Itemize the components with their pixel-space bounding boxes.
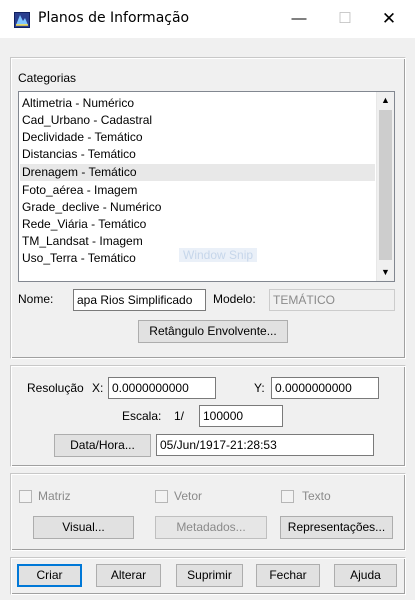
scroll-down-icon[interactable]: ▼ <box>377 264 394 281</box>
texto-checkbox[interactable] <box>281 490 294 503</box>
list-item[interactable]: Grade_declive - Numérico <box>20 199 375 216</box>
categorias-listbox[interactable]: Altimetria - Numérico Cad_Urbano - Cadas… <box>18 91 395 282</box>
list-item[interactable]: Cad_Urbano - Cadastral <box>20 112 375 129</box>
scroll-thumb[interactable] <box>379 110 392 260</box>
resolucao-x-input[interactable]: 0.0000000000 <box>108 377 216 399</box>
window-title: Planos de Informação <box>38 10 190 26</box>
minimize-button[interactable]: — <box>276 0 322 38</box>
layers-icon <box>14 12 30 28</box>
representacoes-button[interactable]: Representações... <box>280 516 393 539</box>
maximize-button[interactable]: ☐ <box>322 0 368 38</box>
list-item-selected[interactable]: Drenagem - Temático <box>20 164 375 181</box>
suprimir-button[interactable]: Suprimir <box>176 564 243 587</box>
y-label: Y: <box>254 381 265 395</box>
x-label: X: <box>92 381 104 395</box>
nome-label: Nome: <box>18 292 54 306</box>
criar-button[interactable]: Criar <box>17 564 82 587</box>
ajuda-button[interactable]: Ajuda <box>334 564 397 587</box>
list-item[interactable]: Foto_aérea - Imagem <box>20 182 375 199</box>
modelo-field: TEMÁTICO <box>269 289 395 311</box>
retangulo-envolvente-button[interactable]: Retângulo Envolvente... <box>138 320 288 343</box>
escala-prefix: 1/ <box>174 409 185 423</box>
list-item[interactable]: Altimetria - Numérico <box>20 95 375 112</box>
scroll-up-icon[interactable]: ▲ <box>377 92 394 109</box>
representacao-group <box>10 473 406 551</box>
data-hora-button[interactable]: Data/Hora... <box>54 434 151 457</box>
list-item[interactable]: Rede_Viária - Temático <box>20 216 375 233</box>
texto-label: Texto <box>302 489 331 503</box>
nome-input[interactable]: apa Rios Simplificado <box>73 289 206 311</box>
modelo-label: Modelo: <box>213 292 256 306</box>
listbox-scrollbar[interactable]: ▲ ▼ <box>376 92 394 281</box>
list-item[interactable]: Declividade - Temático <box>20 129 375 146</box>
vetor-label: Vetor <box>174 489 203 503</box>
matriz-checkbox[interactable] <box>19 490 32 503</box>
fechar-button[interactable]: Fechar <box>256 564 320 587</box>
visual-button[interactable]: Visual... <box>33 516 134 539</box>
vetor-checkbox[interactable] <box>155 490 168 503</box>
list-item[interactable]: Distancias - Temático <box>20 146 375 163</box>
close-button[interactable]: ✕ <box>366 0 412 38</box>
title-bar: Planos de Informação — ☐ ✕ <box>0 0 415 38</box>
resolucao-label: Resolução <box>27 381 84 395</box>
matriz-label: Matriz <box>38 489 71 503</box>
window-snip-overlay: Window Snip <box>179 248 258 262</box>
alterar-button[interactable]: Alterar <box>96 564 161 587</box>
metadados-button[interactable]: Metadados... <box>155 516 267 539</box>
resolucao-y-input[interactable]: 0.0000000000 <box>271 377 379 399</box>
categorias-label: Categorias <box>18 71 77 85</box>
data-hora-field[interactable]: 05/Jun/1917-21:28:53 <box>156 434 374 456</box>
escala-input[interactable]: 100000 <box>199 405 283 427</box>
escala-label: Escala: <box>122 409 162 423</box>
